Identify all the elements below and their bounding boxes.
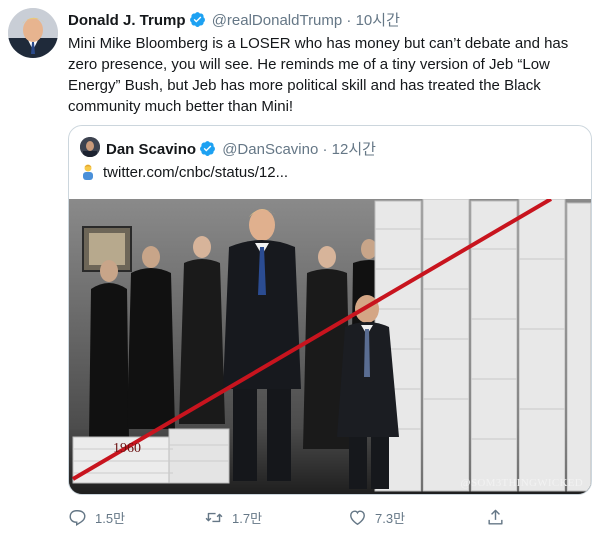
image-label-1960: 1960 [113, 441, 141, 456]
person-emoji-icon [81, 164, 95, 180]
retweet-icon [204, 508, 224, 527]
quoted-author-avatar [80, 137, 100, 157]
retweet-button[interactable]: 1.7만 [204, 508, 262, 527]
verified-badge-icon [189, 11, 206, 32]
quoted-image[interactable]: 1960 @SOM3THINGWICKED [69, 199, 591, 494]
share-icon [486, 508, 505, 527]
author-handle[interactable]: @realDonaldTrump [212, 12, 343, 29]
quoted-header: Dan Scavino @DanScavino · 12시간 [106, 138, 376, 161]
tweet-text: Mini Mike Bloomberg is a LOSER who has m… [68, 35, 569, 115]
tweet-timestamp[interactable]: 10시간 [356, 12, 400, 29]
author-avatar[interactable] [8, 8, 58, 58]
quoted-link-text[interactable]: twitter.com/cnbc/status/12... [103, 164, 288, 181]
reply-count: 1.5만 [95, 511, 126, 526]
quoted-link-row: twitter.com/cnbc/status/12... [81, 164, 288, 181]
author-name[interactable]: Donald J. Trump [68, 12, 186, 29]
reply-icon [68, 508, 87, 527]
separator-dot: · [322, 141, 328, 158]
like-count: 7.3만 [375, 511, 406, 526]
reply-button[interactable]: 1.5만 [68, 508, 125, 527]
retweet-count: 1.7만 [232, 511, 263, 526]
image-watermark: @SOM3THINGWICKED [460, 477, 583, 489]
quoted-author-name: Dan Scavino [106, 141, 197, 158]
tweet-header: Donald J. Trump @realDonaldTrump · 10시간 [68, 9, 400, 32]
like-button[interactable]: 7.3만 [348, 508, 405, 527]
heart-icon [348, 508, 367, 527]
quoted-timestamp: 12시간 [331, 141, 376, 158]
share-button[interactable] [486, 508, 505, 527]
verified-badge-icon [199, 140, 216, 161]
quoted-tweet[interactable]: Dan Scavino @DanScavino · 12시간 twitter.c… [68, 125, 592, 495]
separator-dot: · [346, 12, 352, 29]
tweet-action-bar: 1.5만 1.7만 7.3만 [68, 508, 528, 532]
quoted-author-handle: @DanScavino [222, 141, 319, 158]
